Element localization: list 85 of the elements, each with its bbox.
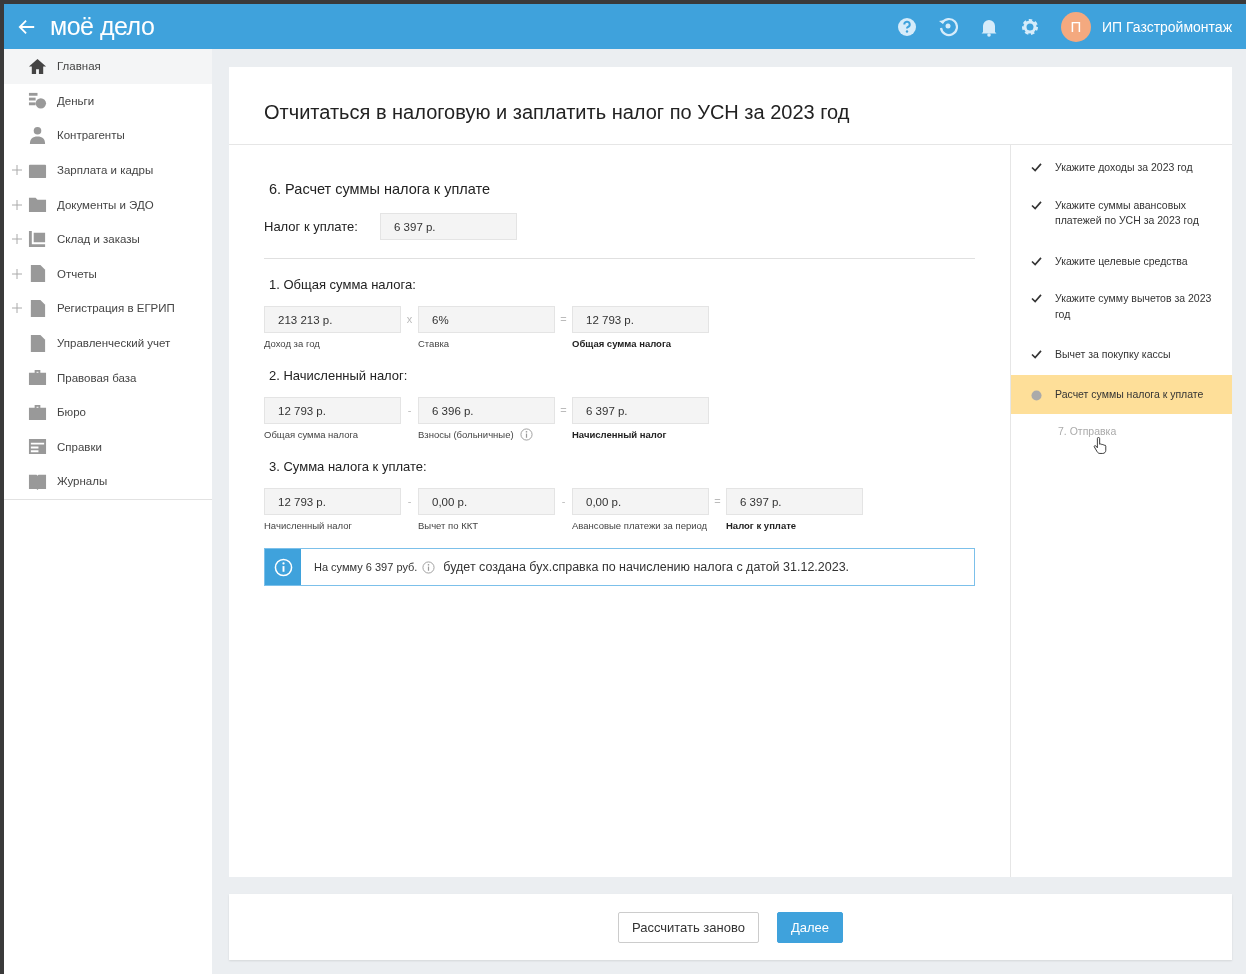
step-item[interactable]: Укажите сумму вычетов за 2023 год	[1011, 281, 1232, 337]
amount-field: 12 793 р.	[264, 397, 401, 424]
amount-field: 6%	[418, 306, 555, 333]
amount-field: 6 397 р.	[726, 488, 863, 515]
expand-icon[interactable]	[12, 268, 22, 279]
amount-field: 12 793 р.	[572, 306, 709, 333]
hand-cursor-icon	[1093, 437, 1107, 455]
sidebar-item[interactable]: Регистрация в ЕГРИП	[4, 291, 212, 326]
dot-icon	[1031, 389, 1042, 401]
settings-icon[interactable]	[1019, 16, 1040, 37]
operator-sign: =	[559, 403, 568, 418]
person-icon	[28, 126, 47, 145]
sidebar-item[interactable]: Главная	[4, 49, 212, 84]
step-item[interactable]: Укажите суммы авансовых платежей по УСН за 2023 год	[1011, 187, 1232, 244]
sidebar-item[interactable]: Справки	[4, 429, 212, 465]
sidebar-item[interactable]: Деньги	[4, 83, 212, 119]
sidebar-item[interactable]: Документы и ЭДО	[4, 187, 212, 222]
amount-field: 12 793 р.	[264, 488, 401, 515]
operator-sign: -	[406, 494, 413, 509]
help-icon[interactable]	[896, 16, 917, 37]
amount-field: 213 213 р.	[264, 306, 401, 333]
expand-icon[interactable]	[12, 199, 22, 210]
history-icon[interactable]	[937, 16, 958, 37]
tax-field: 6 397 р.	[380, 213, 517, 240]
amount-field: 6 397 р.	[572, 397, 709, 424]
doc-icon	[28, 298, 47, 318]
list-icon	[28, 437, 47, 457]
case-icon	[28, 402, 47, 422]
field-caption: Авансовые платежи за период	[572, 519, 708, 532]
check-icon	[1031, 256, 1042, 266]
expand-icon[interactable]	[12, 165, 22, 176]
info-icon[interactable]	[422, 560, 436, 574]
field-caption: Общая сумма налога	[264, 428, 359, 441]
check-icon	[1031, 350, 1042, 359]
field-label: Налог к уплате:	[264, 219, 359, 234]
case-icon	[28, 368, 47, 388]
step-item[interactable]: Укажите доходы за 2023 год	[1011, 150, 1232, 188]
info-icon	[273, 557, 293, 577]
step-item[interactable]: Расчет суммы налога к уплате	[1011, 374, 1232, 414]
money-icon	[28, 91, 47, 111]
recalculate-button[interactable]: Рассчитать заново	[617, 911, 759, 943]
field-caption: Налог к уплате	[726, 519, 797, 532]
group-title: 1. Общая сумма налога:	[269, 277, 417, 292]
operator-sign: x	[405, 312, 414, 327]
doc-icon	[28, 333, 47, 353]
folder-icon	[28, 195, 47, 215]
field-caption: Доход за год	[264, 337, 320, 350]
field-caption: Общая сумма налога	[572, 337, 672, 350]
doc-icon	[28, 264, 47, 284]
expand-icon[interactable]	[12, 303, 22, 314]
sidebar-item[interactable]: Зарплата и кадры	[4, 152, 212, 188]
sidebar-item[interactable]: Контрагенты	[4, 118, 212, 153]
sidebar-item[interactable]: Склад и заказы	[4, 221, 212, 257]
group-title: 2. Начисленный налог:	[269, 368, 409, 383]
sidebar-item[interactable]: Журналы	[4, 464, 212, 499]
sidebar-item[interactable]: Управленческий учет	[4, 325, 212, 361]
check-icon	[1031, 163, 1042, 172]
group-title: 3. Сумма налога к уплате:	[269, 459, 428, 474]
check-icon	[1031, 294, 1042, 303]
field-caption: Ставка	[418, 337, 450, 350]
check-icon	[1031, 200, 1042, 210]
field-caption: Вычет по ККТ	[418, 519, 478, 532]
operator-sign: -	[406, 403, 413, 418]
amount-field: 6 396 р.	[418, 397, 555, 424]
sidebar-item[interactable]: Отчеты	[4, 256, 212, 292]
field-caption: Начисленный налог	[572, 428, 667, 441]
section-title: 6. Расчет суммы налога к уплате	[269, 181, 492, 197]
step-item[interactable]: Укажите целевые средства	[1011, 243, 1232, 281]
sidebar-item[interactable]: Правовая база	[4, 360, 212, 395]
sidebar-item[interactable]: Бюро	[4, 394, 212, 430]
amount-field: 0,00 р.	[418, 488, 555, 515]
step-item[interactable]: Вычет за покупку кассы	[1011, 337, 1232, 375]
amount-field: 0,00 р.	[572, 488, 709, 515]
operator-sign: -	[560, 494, 567, 509]
operator-sign: =	[713, 494, 722, 509]
notice-text: будет создана бух.справка по начислению налога с датой 31.12.2023.	[443, 560, 850, 574]
home-icon	[28, 56, 47, 76]
info-icon[interactable]	[519, 428, 533, 441]
notice-amount: На сумму 6 397 руб.	[314, 561, 418, 573]
back-arrow-icon[interactable]	[18, 17, 36, 36]
expand-icon[interactable]	[12, 234, 22, 245]
field-caption: Взносы (больничные)	[418, 428, 514, 441]
page-title: Отчитаться в налоговую и заплатить налог по УСН за 2023 год	[229, 67, 1232, 145]
operator-sign: =	[559, 312, 568, 327]
field-caption: Начисленный налог	[264, 519, 352, 532]
